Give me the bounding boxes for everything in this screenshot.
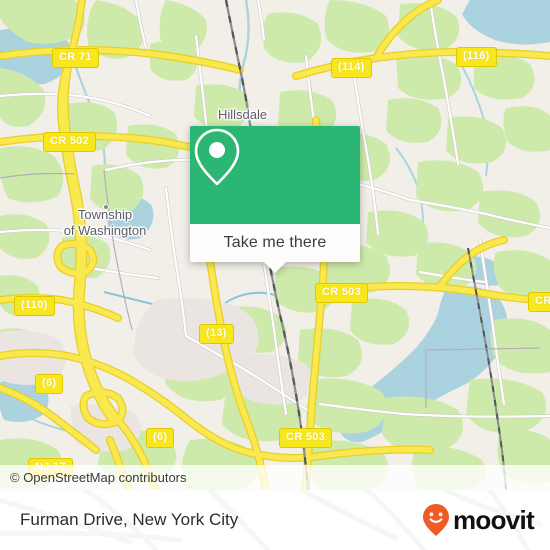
road-shield-13[interactable]: (13) <box>199 324 234 344</box>
osm-attribution-text[interactable]: © OpenStreetMap contributors <box>10 470 187 485</box>
place-dot-township-of-washington <box>103 204 109 210</box>
road-shield-cr-503-south[interactable]: CR 503 <box>279 428 333 448</box>
location-title: Furman Drive, New York City <box>20 510 239 529</box>
road-shield-cr-71[interactable]: CR 71 <box>52 48 99 68</box>
moovit-wordmark: moovit <box>452 504 535 535</box>
map-pin-icon <box>194 128 240 186</box>
road-shield-110[interactable]: (110) <box>14 296 55 316</box>
road-shield-cr-503-north[interactable]: CR 503 <box>315 283 369 303</box>
place-label-hillsdale: Hillsdale <box>218 107 268 122</box>
location-popup-card[interactable]: Take me there <box>190 126 360 273</box>
place-label-line-2: of Washington <box>63 223 147 238</box>
footer-bar: Furman Drive, New York City moovit <box>0 490 550 550</box>
moovit-pin-smiley-icon <box>422 504 449 536</box>
moovit-brand-logo[interactable]: moovit <box>421 503 535 537</box>
road-shield-cr-502[interactable]: CR 502 <box>43 132 97 152</box>
road-shield-114[interactable]: (114) <box>331 58 372 78</box>
popup-pointer-tail <box>264 262 286 273</box>
moovit-map-screenshot: Hillsdale Township of Washington CR 71 (… <box>0 0 550 550</box>
road-shield-cr-5-edge[interactable]: CR 5 <box>528 292 550 312</box>
map-attribution-bar: © OpenStreetMap contributors <box>0 465 550 490</box>
place-label-township-of-washington: Township of Washington <box>55 207 155 239</box>
road-shield-116[interactable]: (116) <box>456 47 497 67</box>
popup-action-bar[interactable]: Take me there <box>190 224 360 273</box>
take-me-there-button[interactable]: Take me there <box>224 234 327 252</box>
road-shield-6-south[interactable]: (6) <box>146 428 175 448</box>
map-canvas[interactable]: Hillsdale Township of Washington CR 71 (… <box>0 0 550 490</box>
popup-image-area <box>190 126 360 224</box>
road-shield-6-west[interactable]: (6) <box>35 374 64 394</box>
